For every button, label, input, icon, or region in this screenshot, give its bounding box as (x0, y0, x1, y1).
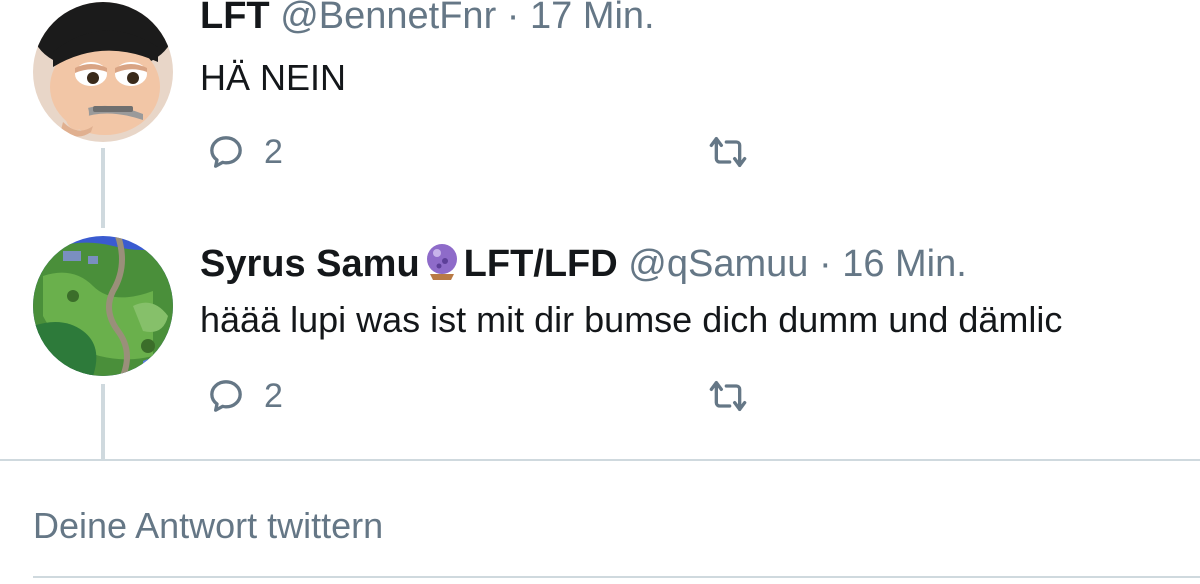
timestamp[interactable]: 17 Min. (530, 0, 655, 37)
separator: · (506, 0, 520, 37)
reply-icon (210, 136, 242, 168)
retweet-icon (709, 137, 747, 167)
tweet-header: LFT @BennetFnr · 17 Min. (200, 0, 655, 38)
cartoon-face-avatar-icon (33, 2, 173, 142)
reply-count: 2 (264, 376, 283, 415)
tweet-header: Syrus Samu LFT/LFD @qSamuu · 16 Min. (200, 242, 967, 286)
timestamp[interactable]: 16 Min. (842, 243, 967, 285)
divider (0, 459, 1200, 461)
retweet-button[interactable] (704, 132, 752, 172)
retweet-button[interactable] (704, 376, 752, 416)
reply-count: 2 (264, 132, 283, 171)
separator: · (818, 243, 832, 285)
crystal-ball-emoji-icon (426, 244, 457, 280)
avatar[interactable] (33, 2, 173, 142)
author-name-part1: Syrus Samu (200, 243, 420, 285)
reply-input[interactable]: Deine Antwort twittern (33, 504, 383, 548)
tweet-text: häää lupi was ist mit dir bumse dich dum… (200, 299, 1063, 340)
reply-button[interactable]: 2 (206, 376, 283, 416)
game-map-avatar-icon (33, 236, 173, 376)
author-name[interactable]: Syrus Samu LFT/LFD (200, 243, 628, 285)
author-handle[interactable]: @qSamuu (628, 243, 808, 285)
author-name[interactable]: LFT (200, 0, 270, 37)
retweet-icon (709, 381, 747, 411)
reply-icon (210, 380, 242, 412)
author-name-part2: LFT/LFD (463, 243, 618, 285)
thread-line-2 (101, 384, 105, 460)
author-handle[interactable]: @BennetFnr (280, 0, 496, 37)
avatar[interactable] (33, 236, 173, 376)
tweet-text: HÄ NEIN (200, 57, 347, 98)
thread-line-1 (101, 148, 105, 228)
reply-button[interactable]: 2 (206, 132, 283, 172)
reply-input-underline (33, 576, 1200, 578)
